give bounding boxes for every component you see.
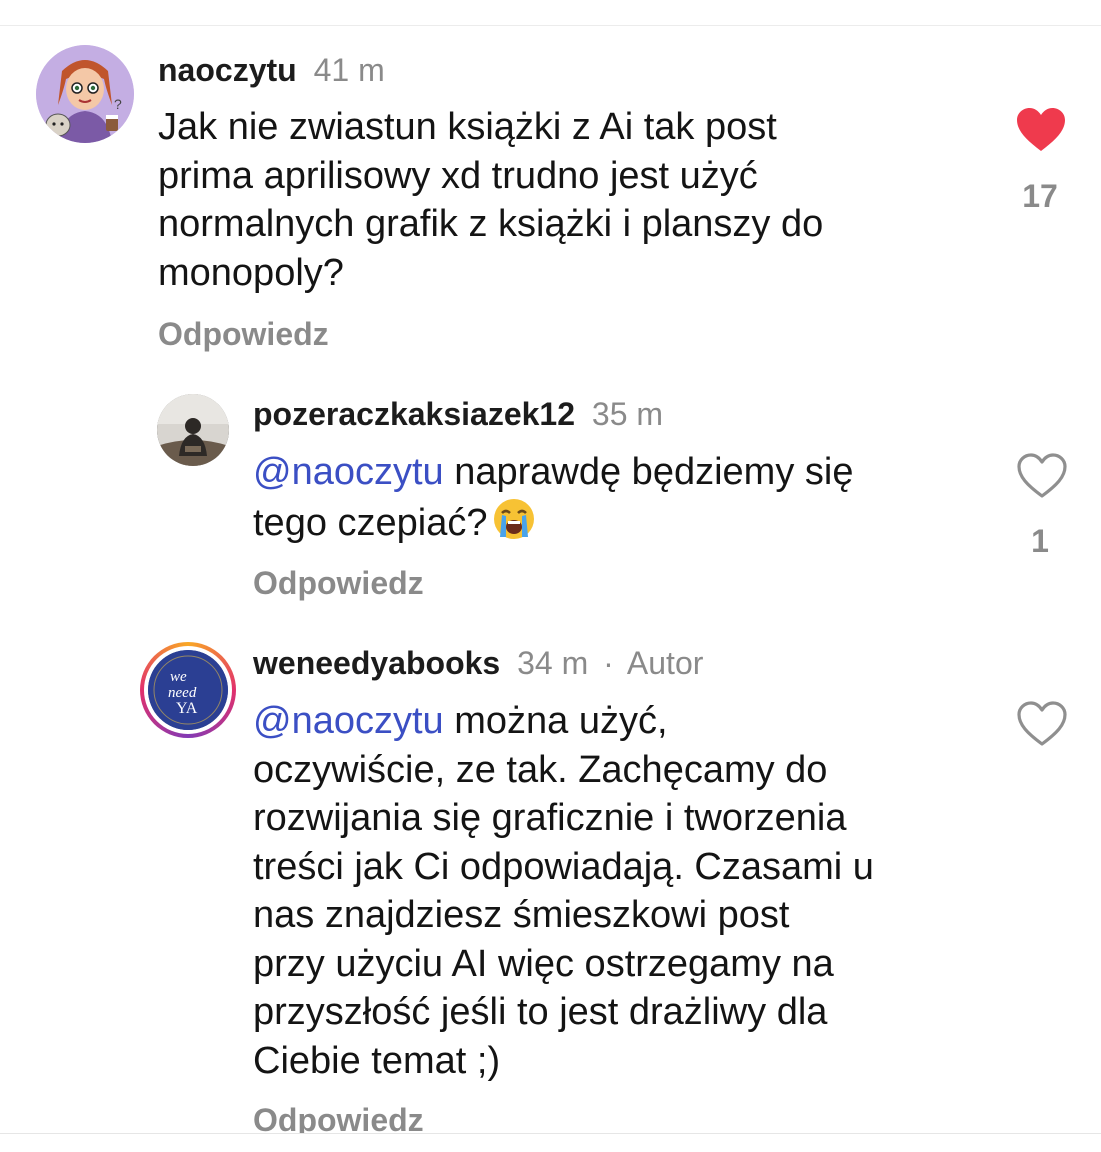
comment-line: prima aprilisowy xd trudno jest użyć: [158, 154, 758, 197]
reply-button[interactable]: Odpowiedz: [253, 563, 424, 603]
comment-line: treści jak Ci odpowiadają. Czasami u: [253, 845, 874, 888]
username[interactable]: weneedyabooks: [253, 645, 500, 681]
comment-meta: pozeraczkaksiazek12 35 m: [253, 394, 663, 434]
comment-text: @naoczytu naprawdę będziemy się tego cze…: [253, 448, 983, 553]
reply-button[interactable]: Odpowiedz: [158, 314, 329, 354]
comment-line-text: tego czepiać?: [253, 501, 488, 544]
heart-filled-icon[interactable]: [1015, 106, 1067, 154]
comment-line: przyszłość jeśli to jest drażliwy dla: [253, 991, 828, 1033]
svg-text:YA: YA: [176, 700, 198, 717]
comment-line-text: można użyć,: [443, 700, 668, 742]
comment-line: Jak nie zwiastun książki z Ai tak post: [158, 106, 777, 148]
separator-dot: ·: [603, 645, 614, 681]
author-badge: Autor: [626, 645, 704, 681]
comment-meta: naoczytu 41 m: [158, 50, 385, 90]
comment-pozeraczkaksiazek12: pozeraczkaksiazek12 35 m @naoczytu napra…: [0, 380, 1101, 620]
comment-line: oczywiście, ze tak. Zachęcamy do: [253, 748, 828, 791]
svg-text:need: need: [168, 685, 197, 701]
comment-naoczytu: ? naoczytu 41 m Jak nie zwiastun książki…: [0, 0, 1101, 380]
comment-text: @naoczytu można użyć, oczywiście, ze tak…: [253, 697, 993, 1085]
avatar[interactable]: [157, 394, 229, 466]
comment-line: @naoczytu naprawdę będziemy się: [253, 448, 983, 497]
timestamp: 35 m: [591, 396, 664, 432]
avatar: we need YA: [148, 650, 228, 730]
comment-line: monopoly?: [158, 251, 344, 294]
comment-line-text: naprawdę będziemy się: [443, 451, 854, 493]
comment-line: Ciebie temat ;): [253, 1039, 501, 1082]
comment-line: tego czepiać?: [253, 497, 983, 554]
comment-line: rozwijania się graficznie i tworzenia: [253, 797, 847, 839]
avatar[interactable]: ?: [36, 45, 134, 143]
heart-outline-icon[interactable]: [1016, 452, 1068, 500]
bottom-divider: [0, 1133, 1101, 1152]
username[interactable]: naoczytu: [158, 52, 297, 88]
avatar-story-ring[interactable]: we need YA: [140, 642, 236, 738]
heart-outline-icon[interactable]: [1016, 700, 1068, 748]
comment-line: @naoczytu można użyć,: [253, 697, 993, 746]
weneedya-logo-icon: we need YA: [148, 650, 228, 730]
comment-line: przy użyciu AI więc ostrzegamy na: [253, 942, 834, 985]
svg-text:?: ?: [114, 96, 122, 112]
like-count: 1: [1031, 523, 1049, 559]
comment-text: Jak nie zwiastun książki z Ai tak post p…: [158, 103, 978, 297]
loudly-crying-face-icon: [492, 497, 536, 554]
username[interactable]: pozeraczkaksiazek12: [253, 396, 575, 432]
avatar-illustration: ?: [36, 45, 134, 143]
avatar-photo: [157, 394, 229, 466]
mention-link[interactable]: @naoczytu: [253, 700, 444, 742]
mention-link[interactable]: @naoczytu: [253, 451, 444, 493]
comment-weneedyabooks: we need YA weneedyabooks 34 m · Autor @n…: [0, 620, 1101, 1151]
timestamp: 41 m: [313, 52, 385, 88]
comment-line: normalnych grafik z książki i planszy do: [158, 203, 824, 245]
timestamp: 34 m: [517, 645, 589, 681]
like-count: 17: [1022, 178, 1058, 214]
comment-meta: weneedyabooks 34 m · Autor: [253, 643, 703, 683]
comment-line: nas znajdziesz śmieszkowi post: [253, 894, 790, 936]
svg-text:we: we: [170, 669, 187, 685]
